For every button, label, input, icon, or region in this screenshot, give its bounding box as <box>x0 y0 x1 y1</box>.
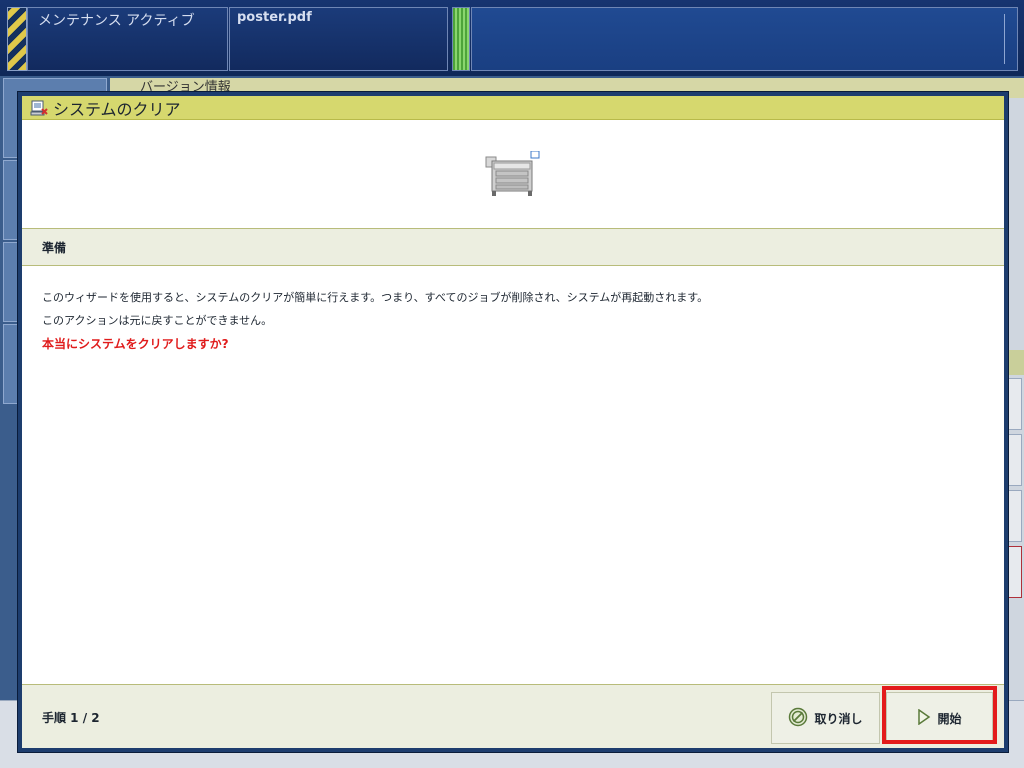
message-line-2: このアクションは元に戻すことができません。 <box>42 314 273 327</box>
dialog-image-area <box>22 121 1004 228</box>
section-title: 準備 <box>42 240 67 255</box>
play-icon <box>917 708 931 728</box>
cancel-button-label: 取り消し <box>814 711 863 726</box>
dialog-title: システムのクリア <box>53 99 181 119</box>
start-button-label: 開始 <box>937 711 962 726</box>
dialog-body: システムのクリア 準備 このウィザードを使用すると、システムのクリアが簡単に行え… <box>22 96 1004 748</box>
confirmation-warning: 本当にシステムをクリアしますか? <box>42 337 229 351</box>
dialog-message: このウィザードを使用すると、システムのクリアが簡単に行えます。つまり、すべてのジ… <box>42 286 982 356</box>
system-clear-dialog: システムのクリア 準備 このウィザードを使用すると、システムのクリアが簡単に行え… <box>18 92 1008 752</box>
progress-indicator <box>452 7 470 71</box>
start-button[interactable]: 開始 <box>886 692 993 744</box>
maintenance-status-text: メンテナンス アクティブ <box>38 13 195 29</box>
job-name-text: poster.pdf <box>237 10 312 25</box>
printer-icon <box>485 151 540 196</box>
dialog-titlebar: システムのクリア <box>22 96 1004 120</box>
system-clear-icon <box>30 99 48 117</box>
cancel-icon <box>788 707 808 730</box>
message-line-1: このウィザードを使用すると、システムのクリアが簡単に行えます。つまり、すべてのジ… <box>42 291 709 304</box>
cancel-button[interactable]: 取り消し <box>771 692 880 744</box>
top-status-bar: メンテナンス アクティブ poster.pdf <box>0 0 1024 76</box>
dialog-footer: 手順 1 / 2 取り消し 開始 <box>22 684 1004 748</box>
maintenance-stripe-indicator <box>7 7 27 71</box>
section-header: 準備 <box>22 228 1004 266</box>
step-indicator: 手順 1 / 2 <box>42 711 100 725</box>
queue-panel[interactable] <box>471 7 1018 71</box>
